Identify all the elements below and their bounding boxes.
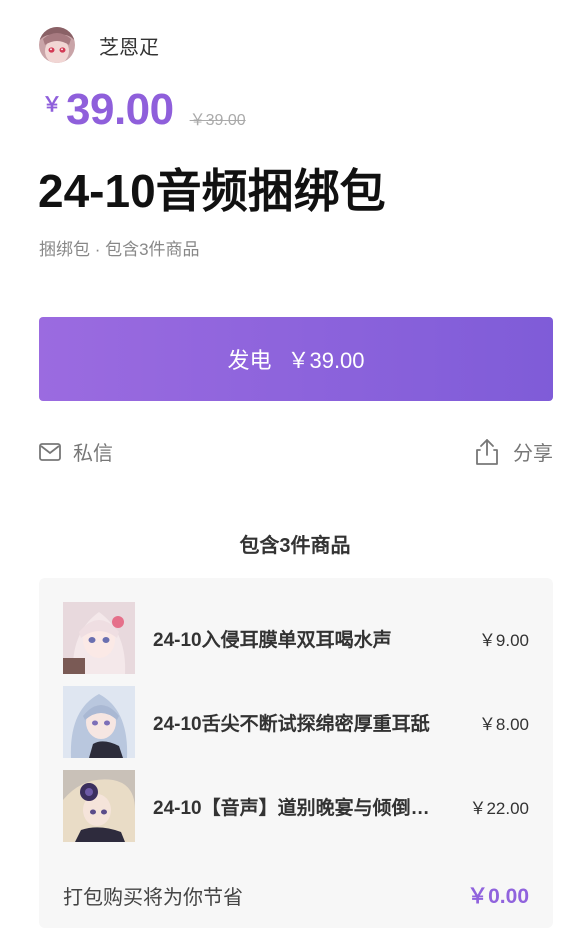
original-price: ￥39.00: [189, 112, 246, 129]
item-name: 24-10舌尖不断试探绵密厚重耳舐: [153, 713, 430, 735]
item-price: ￥9.00: [478, 630, 529, 650]
bundle-card: 24-10入侵耳膜单双耳喝水声 ￥9.00 24-10舌尖不断试探绵密厚重耳舐 …: [39, 578, 553, 928]
bundle-item[interactable]: 24-10舌尖不断试探绵密厚重耳舐 ￥8.00: [63, 686, 529, 758]
product-subtitle: 捆绑包 · 包含3件商品: [39, 240, 200, 259]
message-button[interactable]: 私信: [39, 437, 113, 466]
product-title: 24-10音频捆绑包: [38, 165, 386, 217]
item-name: 24-10【音声】道别晚宴与倾倒…: [153, 797, 430, 819]
share-button[interactable]: 分享: [475, 437, 553, 466]
bundle-item[interactable]: 24-10入侵耳膜单双耳喝水声 ￥9.00: [63, 602, 529, 674]
bundle-heading: 包含3件商品: [239, 535, 351, 557]
saving-amount: ￥0.00: [467, 885, 529, 908]
currency-symbol: ￥: [42, 94, 62, 116]
item-price: ￥8.00: [478, 714, 529, 734]
bundle-item[interactable]: 24-10【音声】道别晚宴与倾倒… ￥22.00: [63, 770, 529, 842]
price-row: ￥ 39.00 ￥39.00: [42, 86, 246, 134]
item-price: ￥22.00: [469, 798, 529, 818]
current-price: 39.00: [66, 85, 174, 134]
support-button[interactable]: 发电 ￥39.00: [39, 317, 553, 401]
mail-icon: [39, 442, 61, 461]
support-button-price: ￥39.00: [287, 348, 365, 373]
item-thumbnail: [63, 686, 135, 758]
author-avatar[interactable]: [39, 27, 75, 63]
share-icon: [475, 438, 499, 466]
item-name: 24-10入侵耳膜单双耳喝水声: [153, 629, 392, 651]
item-thumbnail: [63, 770, 135, 842]
saving-label: 打包购买将为你节省: [63, 886, 243, 909]
support-button-label: 发电: [227, 348, 272, 373]
author-row[interactable]: 芝恩疋: [39, 27, 159, 63]
message-label: 私信: [73, 443, 113, 465]
bundle-saving-row: 打包购买将为你节省 ￥0.00: [63, 880, 529, 910]
share-label: 分享: [513, 443, 553, 465]
author-name[interactable]: 芝恩疋: [99, 31, 159, 60]
item-thumbnail: [63, 602, 135, 674]
